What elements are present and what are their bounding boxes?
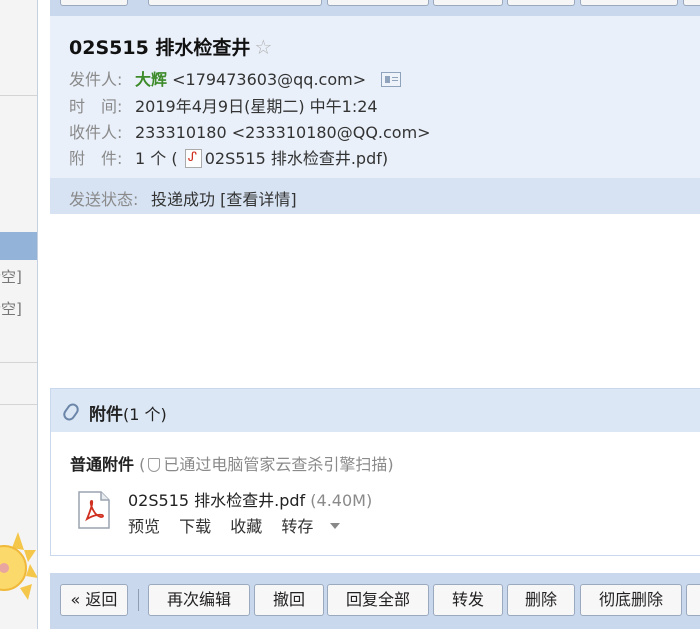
top-toolbar-button[interactable]: [327, 0, 429, 6]
sun-mascot-icon: [0, 532, 37, 600]
top-toolbar-button[interactable]: [60, 0, 128, 6]
attachments-count: (1 个): [123, 405, 167, 424]
time-row: 时 间: 2019年4月9日(星期二) 中午1:24: [69, 93, 378, 117]
save-to-label: 转存: [281, 517, 314, 536]
normal-attachment-label: 普通附件: [70, 455, 135, 474]
bottom-toolbar: « 返回 再次编辑 撤回 回复全部 转发 删除 彻底删除: [50, 573, 700, 629]
file-name-row: 02S515 排水检查井.pdf (4.40M): [128, 487, 372, 511]
scan-note-text: 已通过电脑管家云查杀引擎扫描): [163, 455, 394, 474]
sidebar-item-selected[interactable]: [0, 232, 37, 260]
attachment-link[interactable]: 02S515 排水检查井.pdf: [205, 149, 382, 168]
sidebar-clear-link[interactable]: 清空]: [0, 266, 30, 287]
sidebar-divider: [0, 95, 37, 96]
pdf-file-icon[interactable]: [75, 489, 113, 531]
file-name[interactable]: 02S515 排水检查井.pdf: [128, 491, 305, 510]
file-size: (4.40M): [310, 491, 373, 510]
scan-note-open-paren: (: [139, 455, 146, 474]
to-label: 收件人:: [69, 123, 123, 142]
attachments-title: 附件(1 个): [89, 400, 167, 425]
shield-icon: [148, 458, 161, 472]
recipient-value: 233310180 <233310180@QQ.com>: [135, 123, 431, 142]
normal-attachment-heading: 普通附件 ( 已通过电脑管家云查杀引擎扫描): [70, 451, 394, 475]
attachments-title-text: 附件: [89, 405, 123, 425]
attachment-close-paren: ): [381, 149, 389, 168]
attachment-label: 附 件:: [69, 149, 123, 168]
delete-button[interactable]: 删除: [507, 584, 575, 616]
forward-button[interactable]: 转发: [433, 584, 503, 616]
recall-button[interactable]: 撤回: [254, 584, 324, 616]
preview-link[interactable]: 预览: [128, 517, 160, 536]
sidebar-divider: [0, 404, 37, 405]
top-toolbar-button[interactable]: [683, 0, 700, 6]
email-subject: 02S515 排水检查井 ☆: [69, 33, 272, 60]
sender-address: <179473603@qq.com>: [172, 70, 367, 89]
sidebar-clear-link[interactable]: 清空]: [0, 298, 30, 319]
back-button[interactable]: « 返回: [60, 584, 128, 616]
from-label: 发件人:: [69, 70, 123, 89]
folder-sidebar: 清空] 清空]: [0, 0, 38, 629]
contact-card-icon[interactable]: [381, 72, 402, 87]
attachments-header: 附件(1 个): [51, 389, 700, 432]
top-toolbar: [50, 0, 700, 16]
time-label: 时 间:: [69, 97, 123, 116]
attachment-row: 附 件: 1 个 ( 02S515 排水检查井.pdf): [69, 145, 388, 169]
sender-name[interactable]: 大辉: [135, 70, 167, 89]
email-header: 02S515 排水检查井 ☆ 发件人: 大辉 <179473603@qq.com> …: [50, 16, 700, 214]
star-icon[interactable]: ☆: [254, 35, 272, 59]
attachments-panel: 附件(1 个) 普通附件 ( 已通过电脑管家云查杀引擎扫描) 02S515 排水检…: [50, 388, 700, 556]
sidebar-divider: [0, 362, 37, 363]
favorite-link[interactable]: 收藏: [230, 517, 262, 536]
toolbar-separator: [138, 589, 139, 611]
top-toolbar-button[interactable]: [148, 0, 322, 6]
status-label: 发送状态:: [69, 190, 139, 209]
attachment-count: 1 个 (: [135, 149, 178, 168]
status-details-link[interactable]: [查看详情]: [220, 190, 297, 209]
delivery-status-bar: 发送状态: 投递成功 [查看详情]: [50, 178, 700, 214]
status-value: 投递成功: [151, 190, 216, 209]
paperclip-icon: [60, 401, 82, 423]
reply-all-button[interactable]: 回复全部: [327, 584, 429, 616]
from-row: 发件人: 大辉 <179473603@qq.com>: [69, 66, 402, 90]
time-value: 2019年4月9日(星期二) 中午1:24: [135, 97, 378, 116]
save-to-dropdown[interactable]: 转存: [281, 517, 354, 536]
download-link[interactable]: 下载: [179, 517, 211, 536]
top-toolbar-button[interactable]: [433, 0, 503, 6]
email-read-panel: 02S515 排水检查井 ☆ 发件人: 大辉 <179473603@qq.com> …: [50, 0, 700, 629]
more-button[interactable]: [686, 584, 700, 616]
subject-text: 02S515 排水检查井: [69, 37, 251, 59]
to-row: 收件人: 233310180 <233310180@QQ.com>: [69, 119, 431, 143]
top-toolbar-button[interactable]: [580, 0, 678, 6]
chevron-down-icon: [330, 523, 341, 529]
top-toolbar-button[interactable]: [507, 0, 575, 6]
scan-note: ( 已通过电脑管家云查杀引擎扫描): [139, 455, 394, 474]
file-actions: 预览 下载 收藏 转存: [128, 513, 368, 537]
pdf-icon: [184, 149, 202, 168]
status-row: 发送状态: 投递成功 [查看详情]: [69, 186, 297, 210]
email-body: [50, 215, 700, 387]
delete-forever-button[interactable]: 彻底删除: [580, 584, 682, 616]
edit-again-button[interactable]: 再次编辑: [148, 584, 250, 616]
